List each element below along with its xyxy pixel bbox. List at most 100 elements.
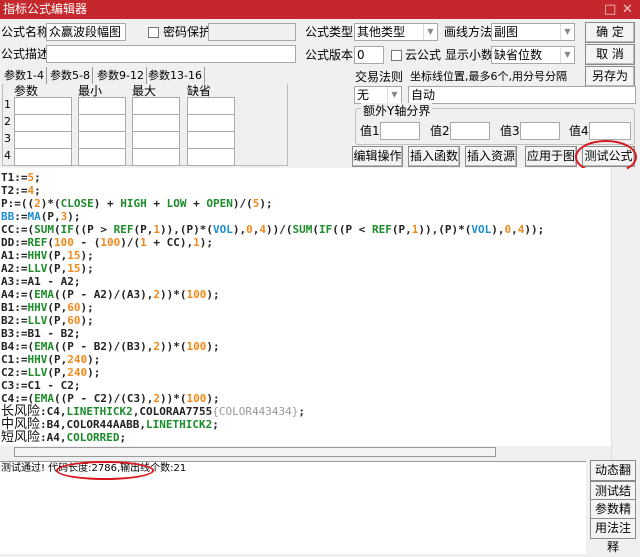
- insert-func-button[interactable]: 插入函数: [408, 146, 460, 167]
- type-select[interactable]: 其他类型 ▼: [354, 23, 438, 41]
- param-wizard-button[interactable]: 参数精灵: [590, 499, 636, 535]
- param-cell[interactable]: [187, 97, 235, 115]
- param-cell[interactable]: [187, 148, 235, 166]
- code-token: LOW: [166, 197, 187, 210]
- code-token: B4:=(: [1, 340, 35, 353]
- param-cell[interactable]: [78, 131, 126, 149]
- code-token: :B4,COLOR44AABB,: [40, 418, 146, 431]
- y4-label: 值4: [569, 124, 589, 138]
- cloud-checkbox[interactable]: [391, 50, 402, 61]
- desc-input[interactable]: [46, 45, 296, 63]
- code-token: B3:=B1 - B2;: [1, 327, 81, 340]
- param-cell[interactable]: [132, 114, 180, 132]
- code-token: A1:=: [1, 249, 28, 262]
- code-token: (P,: [47, 314, 68, 327]
- code-token: ;: [119, 431, 127, 444]
- param-cell[interactable]: [78, 148, 126, 166]
- edit-ops-button[interactable]: 编辑操作: [352, 146, 403, 167]
- code-token: )),(P)*(: [160, 223, 213, 236]
- code-token: B1:=: [1, 301, 28, 314]
- code-token: 短风险: [1, 430, 41, 445]
- param-cell[interactable]: [14, 131, 72, 149]
- param-cell[interactable]: [14, 97, 72, 115]
- code-line: 中风险:B4,COLOR44AABB,LINETHICK2;: [0, 418, 611, 431]
- param-cell[interactable]: [132, 148, 180, 166]
- apply-chart-button[interactable]: 应用于图: [525, 146, 577, 167]
- decimals-label: 显示小数: [445, 48, 494, 62]
- decimals-select[interactable]: 缺省位数 ▼: [491, 46, 575, 64]
- cancel-button[interactable]: 取 消: [585, 44, 635, 65]
- title-bar: 指标公式编辑器 □ ✕: [0, 0, 640, 19]
- code-token: LINETHICK2: [145, 418, 213, 431]
- usage-notes-button[interactable]: 用法注释: [590, 518, 636, 554]
- tab-params-5-8[interactable]: 参数5-8: [48, 67, 93, 84]
- axis-input[interactable]: 自动: [408, 86, 636, 104]
- code-token: A3:=A1 - A2;: [1, 275, 81, 288]
- param-cell[interactable]: [78, 97, 126, 115]
- ok-button[interactable]: 确 定: [585, 22, 635, 43]
- param-cell[interactable]: [78, 114, 126, 132]
- code-token: );: [206, 340, 220, 353]
- vertical-scrollbar[interactable]: [611, 168, 627, 460]
- param-cell[interactable]: [132, 97, 180, 115]
- password-checkbox[interactable]: [148, 27, 159, 38]
- y3-label: 值3: [500, 124, 520, 138]
- draw-select[interactable]: 副图 ▼: [491, 23, 575, 41]
- code-editor[interactable]: T1:=5; T2:=4; P:=((2)*(CLOSE) + HIGH + LOW…: [0, 168, 611, 446]
- chevron-down-icon: ▼: [423, 24, 437, 40]
- code-token: SUM: [292, 223, 313, 236]
- param-cell[interactable]: [14, 148, 72, 166]
- code-token: 1: [140, 236, 147, 249]
- horizontal-scrollbar[interactable]: [14, 447, 496, 457]
- code-token: BB: [1, 210, 15, 223]
- param-cell[interactable]: [132, 131, 180, 149]
- name-input[interactable]: 众赢波段幅图: [46, 23, 126, 41]
- code-token: )/(: [232, 197, 253, 210]
- code-token: (P,: [47, 301, 68, 314]
- code-token: 100: [186, 392, 207, 405]
- code-token: 60: [67, 301, 81, 314]
- code-token: 2: [34, 197, 41, 210]
- param-cell[interactable]: [187, 114, 235, 132]
- desc-label: 公式描述: [1, 47, 50, 61]
- code-token: );: [199, 236, 213, 249]
- tab-params-13-16[interactable]: 参数13-16: [146, 67, 205, 84]
- code-token: DD:=: [1, 236, 28, 249]
- y3-input[interactable]: [520, 122, 560, 140]
- code-token: HHV: [27, 301, 48, 314]
- y1-input[interactable]: [380, 122, 420, 140]
- param-cell[interactable]: [14, 114, 72, 132]
- code-token: :C4,: [40, 405, 67, 418]
- save-as-button[interactable]: 另存为: [585, 66, 635, 87]
- code-token: ))/(: [265, 223, 293, 236]
- dynamic-translate-button[interactable]: 动态翻译: [590, 460, 636, 496]
- maximize-icon[interactable]: □: [604, 0, 616, 19]
- code-token: ;: [212, 418, 219, 431]
- tab-params-1-4[interactable]: 参数1-4: [2, 67, 47, 84]
- code-token: IF: [318, 223, 333, 236]
- password-input[interactable]: [208, 23, 296, 41]
- code-token: P:=((: [1, 197, 35, 210]
- trade-select[interactable]: 无 ▼: [354, 86, 402, 104]
- code-token: C1:=: [1, 353, 28, 366]
- code-line: B3:=B1 - B2;: [0, 327, 611, 340]
- code-token: :A4,: [40, 431, 67, 444]
- y4-input[interactable]: [589, 122, 631, 140]
- code-token: HHV: [27, 353, 48, 366]
- close-icon[interactable]: ✕: [622, 0, 633, 19]
- window-title: 指标公式编辑器: [3, 2, 88, 16]
- y2-input[interactable]: [450, 122, 490, 140]
- code-token: ))*(: [159, 392, 187, 405]
- code-token: )*(: [40, 197, 61, 210]
- param-cell[interactable]: [187, 131, 235, 149]
- code-token: T1:=: [1, 171, 28, 184]
- code-line: A4:=(EMA((P - A2)/(A3),2))*(100);: [0, 288, 611, 301]
- code-line: BB:=MA(P,3);: [0, 210, 611, 223]
- version-input[interactable]: 0: [354, 46, 384, 64]
- insert-res-button[interactable]: 插入资源: [465, 146, 517, 167]
- code-line: DD:=REF(100 - (100)/(1 + CC),1);: [0, 236, 611, 249]
- code-token: VOL: [471, 223, 492, 236]
- tab-params-9-12[interactable]: 参数9-12: [95, 67, 147, 84]
- code-token: 4: [259, 223, 266, 236]
- code-token: 2: [153, 288, 160, 301]
